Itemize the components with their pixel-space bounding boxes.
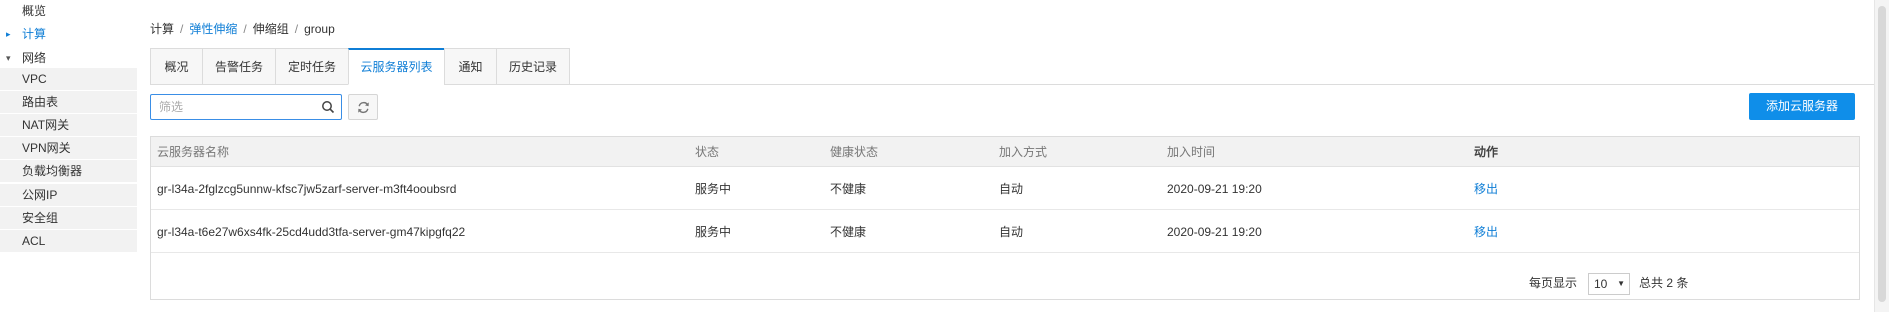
cell-health: 不健康 <box>830 225 867 239</box>
column-header-name: 云服务器名称 <box>157 145 230 159</box>
remove-link[interactable]: 移出 <box>1474 168 1498 210</box>
tab-history[interactable]: 历史记录 <box>496 48 570 85</box>
breadcrumb-separator: / <box>180 22 184 36</box>
caret-right-icon: ▸ <box>6 29 11 39</box>
filter-input[interactable] <box>151 95 311 119</box>
search-box <box>150 94 342 120</box>
table-header: 云服务器名称 状态 健康状态 加入方式 加入时间 动作 <box>151 137 1859 167</box>
sidebar-item-label: 安全组 <box>22 211 59 225</box>
per-page-select[interactable]: 10 ▼ <box>1588 273 1630 295</box>
cell-status: 服务中 <box>695 225 732 239</box>
column-header-health: 健康状态 <box>830 145 879 159</box>
sidebar-item-vpc[interactable]: VPC <box>0 68 137 90</box>
sidebar-item-label: ACL <box>22 234 46 248</box>
pagination: 每页显示 10 ▼ 总共 2 条 <box>151 265 1859 301</box>
column-header-action: 动作 <box>1474 145 1499 159</box>
sidebar-item-label: VPN网关 <box>22 141 71 155</box>
per-page-value: 10 <box>1594 277 1608 291</box>
remove-link[interactable]: 移出 <box>1474 211 1498 253</box>
table-row: gr-l34a-t6e27w6xs4fk-25cd4udd3tfa-server… <box>151 211 1859 253</box>
sidebar-item-label: VPC <box>22 72 47 86</box>
vertical-scrollbar[interactable] <box>1874 0 1889 312</box>
breadcrumb-separator: / <box>294 22 299 36</box>
total-count: 总共 2 条 <box>1639 276 1689 290</box>
caret-down-icon: ▾ <box>6 53 11 63</box>
breadcrumb-item-current: group <box>304 22 335 36</box>
sidebar-item-security-group[interactable]: 安全组 <box>0 207 137 229</box>
sidebar-item-label: 负载均衡器 <box>22 164 83 178</box>
scrollbar-thumb[interactable] <box>1878 6 1886 302</box>
breadcrumb-item-autoscaling[interactable]: 弹性伸缩 <box>189 22 237 36</box>
column-header-status: 状态 <box>695 145 720 159</box>
server-table: 云服务器名称 状态 健康状态 加入方式 加入时间 动作 gr-l34a-2fgl… <box>150 136 1860 300</box>
sidebar-item-label: 公网IP <box>22 188 58 202</box>
sidebar-nav: 概览 ▸ 计算 ▾ 网络 VPC 路由表 NAT网关 VPN网关 负载均衡器 公… <box>0 0 137 312</box>
sidebar-item-acl[interactable]: ACL <box>0 230 137 252</box>
cell-join-method: 自动 <box>999 182 1024 196</box>
sidebar-item-public-ip[interactable]: 公网IP <box>0 184 137 206</box>
search-icon[interactable] <box>321 100 335 114</box>
sidebar-item-route-table[interactable]: 路由表 <box>0 91 137 113</box>
main-content: 计算 / 弹性伸缩 / 伸缩组 / group 概况 告警任务 定时任务 云服务器列表 通知… <box>137 0 1889 312</box>
sidebar-item-nat-gateway[interactable]: NAT网关 <box>0 114 137 136</box>
add-server-button[interactable]: 添加云服务器 <box>1749 93 1855 120</box>
refresh-button[interactable] <box>348 94 378 120</box>
cell-join-method: 自动 <box>999 225 1024 239</box>
sidebar-item-vpn-gateway[interactable]: VPN网关 <box>0 137 137 159</box>
app-frame: 概览 ▸ 计算 ▾ 网络 VPC 路由表 NAT网关 VPN网关 负载均衡器 公… <box>0 0 1889 312</box>
cell-status: 服务中 <box>695 182 732 196</box>
chevron-down-icon: ▼ <box>1617 279 1625 288</box>
column-header-join-time: 加入时间 <box>1167 145 1216 159</box>
sidebar-item-label: 计算 <box>22 27 47 41</box>
cell-join-time: 2020-09-21 19:20 <box>1167 225 1262 239</box>
sidebar-item-label: 网络 <box>22 51 47 65</box>
sidebar-item-label: NAT网关 <box>22 118 70 132</box>
tab-notifications[interactable]: 通知 <box>444 48 497 85</box>
sidebar-item-network[interactable]: ▾ 网络 <box>0 47 137 69</box>
tab-scheduled-tasks[interactable]: 定时任务 <box>275 48 349 85</box>
breadcrumb-item-compute[interactable]: 计算 <box>150 22 174 36</box>
breadcrumb-separator: / <box>243 22 247 36</box>
column-header-join-method: 加入方式 <box>999 145 1048 159</box>
sidebar-item-overview[interactable]: 概览 <box>0 0 137 22</box>
tab-alarm-tasks[interactable]: 告警任务 <box>202 48 276 85</box>
breadcrumb: 计算 / 弹性伸缩 / 伸缩组 / group <box>150 20 335 37</box>
refresh-icon <box>358 101 369 114</box>
sidebar-item-load-balancer[interactable]: 负载均衡器 <box>0 160 137 182</box>
cell-health: 不健康 <box>830 182 867 196</box>
breadcrumb-item-scaling-group[interactable]: 伸缩组 <box>253 22 289 36</box>
per-page-label: 每页显示 <box>1529 276 1578 290</box>
sidebar-item-label: 路由表 <box>22 95 59 109</box>
tab-overview[interactable]: 概况 <box>150 48 203 85</box>
table-row: gr-l34a-2fglzcg5unnw-kfsc7jw5zarf-server… <box>151 168 1859 210</box>
sidebar-item-label: 概览 <box>22 4 47 18</box>
tab-bar: 概况 告警任务 定时任务 云服务器列表 通知 历史记录 <box>150 48 1889 85</box>
cell-join-time: 2020-09-21 19:20 <box>1167 182 1262 196</box>
cell-server-name: gr-l34a-2fglzcg5unnw-kfsc7jw5zarf-server… <box>157 182 457 196</box>
cell-server-name: gr-l34a-t6e27w6xs4fk-25cd4udd3tfa-server… <box>157 225 466 239</box>
sidebar-item-compute[interactable]: ▸ 计算 <box>0 23 137 45</box>
tab-server-list[interactable]: 云服务器列表 <box>348 48 445 85</box>
